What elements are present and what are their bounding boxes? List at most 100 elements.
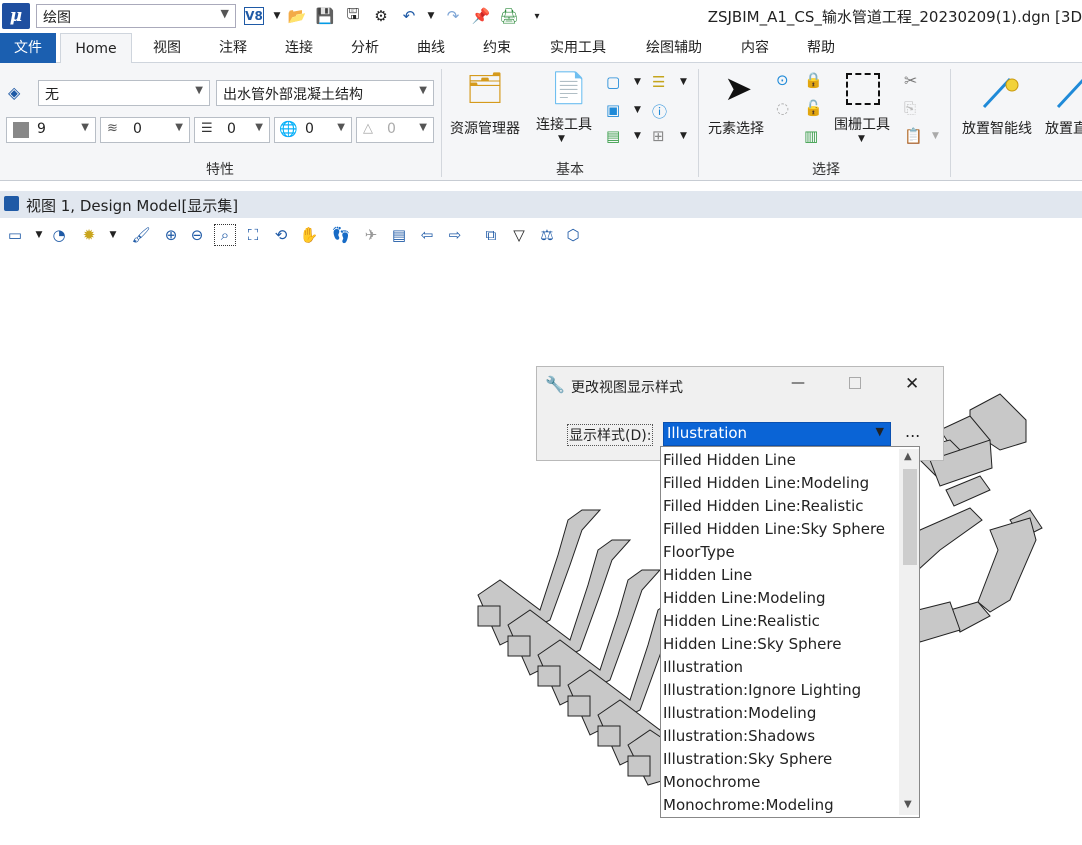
display-style-option[interactable]: Illustration:Ignore Lighting (663, 679, 861, 702)
color-combo[interactable]: 9 ▼ (6, 117, 96, 143)
weight-combo[interactable]: ☰ 0 ▼ (194, 117, 270, 143)
chevron-down-icon[interactable]: ▼ (195, 85, 203, 96)
scroll-up-icon[interactable]: ▲ (904, 451, 912, 462)
lighting-icon[interactable]: ✹ (78, 224, 100, 246)
chevron-down-icon[interactable]: ▼ (221, 7, 229, 20)
chevron-down-icon[interactable]: ▼ (680, 77, 687, 87)
display-style-option[interactable]: Filled Hidden Line:Sky Sphere (663, 518, 885, 541)
display-style-option[interactable]: Illustration:Modeling (663, 702, 816, 725)
display-style-option[interactable]: Hidden Line (663, 564, 752, 587)
close-icon[interactable]: ✕ (905, 374, 919, 394)
chevron-down-icon[interactable]: ▼ (419, 85, 427, 96)
menu-view[interactable]: 视图 (140, 33, 194, 63)
fly-icon[interactable]: ✈ (360, 224, 382, 246)
smart-line-button[interactable]: 放置智能线 (962, 118, 1032, 138)
connect-tools-icon[interactable]: 📄 (550, 71, 587, 106)
layers-icon[interactable]: ☰ (652, 73, 665, 91)
clip-mask-icon[interactable]: ⬡ (562, 224, 584, 246)
chevron-down-icon[interactable]: ▼ (634, 105, 641, 115)
menu-analyze[interactable]: 分析 (338, 33, 392, 63)
menu-drawing-aids[interactable]: 绘图辅助 (634, 33, 714, 63)
chevron-down-icon[interactable]: ▼ (102, 224, 124, 246)
v8-icon[interactable]: V8 (244, 7, 264, 25)
print-icon[interactable]: 🖨 (498, 5, 520, 27)
menu-curves[interactable]: 曲线 (404, 33, 458, 63)
chevron-down-icon[interactable]: ▼ (175, 122, 183, 133)
display-style-option[interactable]: Hidden Line:Sky Sphere (663, 633, 841, 656)
element-select-button[interactable]: 元素选择 (708, 118, 764, 138)
level-manager-icon[interactable]: ▤ (606, 127, 620, 145)
display-style-option[interactable]: Hidden Line:Realistic (663, 610, 820, 633)
fit-view-icon[interactable]: ⛶ (242, 224, 264, 246)
chevron-down-icon[interactable]: ▼ (266, 5, 288, 27)
menu-utilities[interactable]: 实用工具 (540, 33, 616, 63)
chevron-down-icon[interactable]: ▼ (680, 131, 687, 141)
copy-view-icon[interactable]: ⧉ (480, 224, 502, 246)
chevron-down-icon[interactable]: ▼ (932, 131, 939, 141)
priority-combo[interactable]: △ 0 ▼ (356, 117, 434, 143)
customize-toolbar-icon[interactable]: ▾ (526, 5, 548, 27)
copy-icon[interactable]: ⎘ (904, 99, 916, 117)
arrow-right-icon[interactable]: ⇨ (444, 224, 466, 246)
menu-connect[interactable]: 连接 (272, 33, 326, 63)
open-folder-icon[interactable]: 📂 (286, 5, 308, 27)
cursor-arrow-icon[interactable]: ➤ (724, 69, 753, 109)
walk-icon[interactable]: 👣 (330, 224, 352, 246)
hierarchy-icon[interactable]: ⊞ (652, 127, 665, 145)
pin-icon[interactable]: 📌 (470, 5, 492, 27)
scrollbar[interactable]: ▲ ▼ (899, 449, 919, 815)
unlock-icon[interactable]: 🔓 (804, 99, 823, 117)
fence-tool-button[interactable]: 围栅工具 (834, 114, 890, 134)
resource-manager-button[interactable]: 资源管理器 (450, 118, 520, 138)
display-style-option[interactable]: Monochrome:Modeling (663, 794, 834, 817)
display-style-icon[interactable]: ◔ (48, 224, 70, 246)
display-style-option[interactable]: Illustration (663, 656, 743, 679)
zoom-in-icon[interactable]: ⊕ (160, 224, 182, 246)
smart-line-icon[interactable] (980, 71, 1020, 111)
display-style-option[interactable]: Illustration:Shadows (663, 725, 815, 748)
pan-hand-icon[interactable]: ✋ (298, 224, 320, 246)
place-line-icon[interactable] (1056, 71, 1082, 111)
zoom-out-icon[interactable]: ⊖ (186, 224, 208, 246)
select-all-icon[interactable]: ⊙ (776, 71, 789, 89)
chevron-down-icon[interactable]: ▼ (876, 425, 884, 438)
menu-file[interactable]: 文件 (0, 33, 56, 63)
window-area-icon[interactable]: ⌕ (214, 224, 236, 246)
microstation-logo-icon[interactable]: μ (2, 3, 30, 29)
display-style-option[interactable]: Filled Hidden Line:Realistic (663, 495, 863, 518)
more-options-button[interactable]: ... (905, 422, 920, 441)
transparency-combo[interactable]: 🌐 0 ▼ (274, 117, 352, 143)
connect-tools-button[interactable]: 连接工具 (536, 114, 592, 134)
level-combo[interactable]: 无 ▼ (38, 80, 210, 106)
info-icon[interactable]: ⓘ (652, 101, 667, 122)
template-combo[interactable]: 出水管外部混凝土结构 ▼ (216, 80, 434, 106)
deselect-icon[interactable]: ◌ (776, 99, 789, 117)
chevron-down-icon[interactable]: ▼ (858, 134, 865, 144)
reference-icon[interactable]: ▢ (606, 73, 620, 91)
chevron-down-icon[interactable]: ▼ (81, 122, 89, 133)
display-style-option[interactable]: Monochrome (663, 771, 760, 794)
redo-icon[interactable]: ↷ (442, 5, 464, 27)
workspace-combo[interactable]: 绘图 ▼ (36, 4, 236, 28)
arrow-left-icon[interactable]: ⇦ (416, 224, 438, 246)
clip-volume-icon[interactable]: ⚖ (536, 224, 558, 246)
menu-constraints[interactable]: 约束 (470, 33, 524, 63)
cut-icon[interactable]: ✂ (904, 71, 917, 90)
undo-icon[interactable]: ↶ (398, 5, 420, 27)
view-cube-icon[interactable] (4, 196, 19, 211)
models-icon[interactable]: ▣ (606, 101, 620, 119)
chevron-down-icon[interactable]: ▼ (634, 131, 641, 141)
paste-icon[interactable]: 📋 (904, 127, 923, 145)
menu-annotate[interactable]: 注释 (206, 33, 260, 63)
standard-view-icon[interactable]: ▽ (508, 224, 530, 246)
maximize-icon[interactable] (849, 377, 861, 389)
chevron-down-icon[interactable]: ▼ (419, 122, 427, 133)
display-style-option[interactable]: FloorType (663, 541, 735, 564)
chevron-down-icon[interactable]: ▼ (558, 134, 565, 144)
view-attributes-icon[interactable]: ▭ (4, 224, 26, 246)
fence-icon[interactable] (846, 73, 880, 105)
save-settings-icon[interactable]: 🖫 (342, 5, 364, 27)
view-previous-icon[interactable]: ▤ (388, 224, 410, 246)
scroll-down-icon[interactable]: ▼ (904, 799, 912, 810)
resource-manager-icon[interactable]: 🗂 (466, 71, 504, 106)
